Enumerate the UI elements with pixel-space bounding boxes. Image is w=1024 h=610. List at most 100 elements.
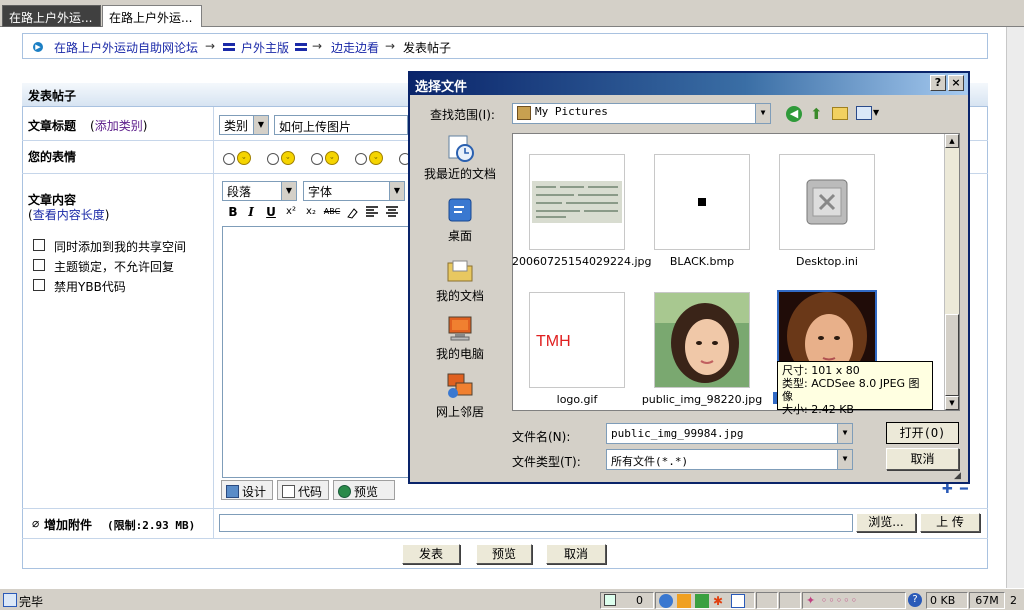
mood-radio[interactable] (355, 153, 367, 165)
filetype-select[interactable]: 所有文件(*.*) ▼ (606, 449, 853, 470)
resize-grip-icon[interactable]: ◢ (954, 471, 961, 481)
browser-tab-2[interactable]: 在路上户外运... (102, 5, 202, 27)
file-name[interactable]: BLACK.bmp (637, 255, 767, 268)
mood-radio[interactable] (267, 153, 279, 165)
help-icon[interactable]: ? (908, 593, 922, 607)
attachment-limit: (限制:2.93 MB) (107, 519, 196, 532)
file-name[interactable]: Desktop.ini (762, 255, 892, 268)
look-in-select[interactable]: My Pictures ▼ (512, 103, 771, 124)
place-my-documents[interactable]: 我的文档 (418, 255, 502, 304)
place-label: 桌面 (447, 229, 472, 243)
mood-label: 您的表情 (28, 150, 77, 164)
place-network[interactable]: 网上邻居 (418, 371, 502, 420)
mood-radio[interactable] (223, 153, 235, 165)
file-list-scrollbar[interactable]: ▲ ▼ (944, 134, 959, 410)
design-mode-tab[interactable]: 设计 (221, 480, 273, 500)
up-folder-icon[interactable]: ⬆ (810, 105, 823, 123)
minus-icon[interactable]: ━ (960, 482, 968, 497)
category-select[interactable]: 类别 ▼ (219, 115, 269, 135)
black-square-thumbnail (698, 198, 706, 206)
download-icon[interactable] (695, 594, 709, 608)
filename-input[interactable]: public_img_99984.jpg ▼ (606, 423, 853, 444)
browser-tab-1[interactable]: 在路上户外运... (2, 5, 101, 27)
gear-icon[interactable]: ✱ (713, 594, 727, 608)
window-icon[interactable] (731, 594, 745, 608)
content-editor[interactable] (222, 226, 418, 478)
mood-radio[interactable] (311, 153, 323, 165)
breadcrumb-section-link[interactable]: 户外主版 (241, 39, 289, 56)
dialog-cancel-button[interactable]: 取消 (886, 448, 959, 470)
back-icon[interactable]: ◀ (786, 106, 802, 122)
title-label: 文章标题 (28, 119, 77, 133)
code-mode-tab[interactable]: 代码 (277, 480, 329, 500)
align-center-icon[interactable] (384, 206, 400, 222)
file-thumbnail[interactable] (529, 154, 625, 250)
file-name[interactable]: public_img_98220.jpg (637, 393, 767, 406)
share-space-label: 同时添加到我的共享空间 (54, 240, 187, 254)
file-thumbnail[interactable] (779, 154, 875, 250)
file-thumbnail[interactable] (654, 154, 750, 250)
my-computer-icon (445, 313, 475, 343)
breadcrumb-subforum-link[interactable]: 边走边看 (331, 39, 379, 56)
strikethrough-button[interactable]: ABC (322, 207, 342, 223)
file-name[interactable]: 20060725154029224.jpg (512, 255, 652, 268)
font-select-value: 字体 (308, 185, 333, 199)
place-my-computer[interactable]: 我的电脑 (418, 313, 502, 362)
superscript-button[interactable]: x² (283, 206, 299, 222)
browse-button[interactable]: 浏览... (856, 513, 916, 532)
file-thumbnail[interactable] (654, 292, 750, 388)
scroll-up-icon[interactable]: ▲ (945, 134, 959, 148)
paragraph-select[interactable]: 段落 ▼ (222, 181, 297, 201)
disable-ybb-checkbox[interactable] (33, 279, 45, 291)
preview-mode-tab[interactable]: 预览 (333, 480, 395, 500)
network-icon[interactable] (659, 594, 673, 608)
dialog-title-bar[interactable]: 选择文件 ? × (410, 73, 968, 95)
add-category-link[interactable]: 添加类别 (95, 119, 143, 133)
open-button[interactable]: 打开(O) (886, 422, 959, 444)
place-label: 我的文档 (435, 289, 484, 303)
scroll-down-icon[interactable]: ▼ (945, 396, 959, 410)
view-menu-icon[interactable] (856, 106, 872, 120)
upload-button[interactable]: 上 传 (920, 513, 980, 532)
plugin-icons[interactable]: ✦ ◦◦◦◦◦ (806, 594, 858, 607)
design-mode-label: 设计 (242, 485, 267, 499)
selected-file-name[interactable]: public_img_99984.jpg (773, 392, 777, 404)
desktop-icon (445, 195, 475, 225)
row-divider (22, 508, 988, 509)
chevron-down-icon[interactable]: ▼ (873, 108, 879, 117)
help-button[interactable]: ? (930, 75, 946, 91)
place-desktop[interactable]: 桌面 (418, 195, 502, 244)
cancel-button[interactable]: 取消 (546, 544, 606, 564)
file-name[interactable]: logo.gif (512, 393, 642, 406)
preview-button[interactable]: 预览 (476, 544, 532, 564)
view-length-link[interactable]: 查看内容长度 (33, 208, 105, 222)
status-empty-cell (779, 592, 801, 609)
file-thumbnail[interactable]: TMH (529, 292, 625, 388)
disable-ybb-label: 禁用YBB代码 (54, 280, 126, 294)
breadcrumb-forum-link[interactable]: 在路上户外运动自助网论坛 (54, 39, 198, 56)
title-input[interactable]: 如何上传图片 (274, 115, 408, 135)
plus-icon[interactable]: ✚ (942, 482, 953, 497)
close-button[interactable]: × (948, 75, 964, 91)
eraser-icon[interactable] (344, 206, 360, 222)
form-header-title: 发表帖子 (28, 89, 77, 103)
align-left-icon[interactable] (364, 206, 380, 222)
new-folder-icon[interactable] (832, 107, 848, 120)
status-bar: 完毕 0 ✱ ✦ ◦◦◦◦◦ ? 0 KB 67M 2 (0, 588, 1024, 610)
subscript-button[interactable]: x₂ (303, 206, 319, 222)
font-select[interactable]: 字体 ▼ (303, 181, 405, 201)
lock-topic-label: 主题锁定，不允许回复 (54, 260, 175, 274)
status-kb-cell: 0 KB (926, 592, 968, 609)
attachment-path-input[interactable] (219, 514, 853, 532)
popup-blocker-icon[interactable] (677, 594, 691, 608)
share-space-checkbox[interactable] (33, 239, 45, 251)
bold-button[interactable]: B (225, 205, 241, 221)
italic-button[interactable]: I (243, 205, 259, 221)
submit-button[interactable]: 发表 (402, 544, 460, 564)
status-empty-cell (756, 592, 778, 609)
place-recent[interactable]: 我最近的文档 (418, 133, 502, 182)
page-scrollbar[interactable] (1006, 27, 1024, 588)
scroll-thumb[interactable] (945, 314, 959, 396)
underline-button[interactable]: U (263, 205, 279, 221)
lock-topic-checkbox[interactable] (33, 259, 45, 271)
